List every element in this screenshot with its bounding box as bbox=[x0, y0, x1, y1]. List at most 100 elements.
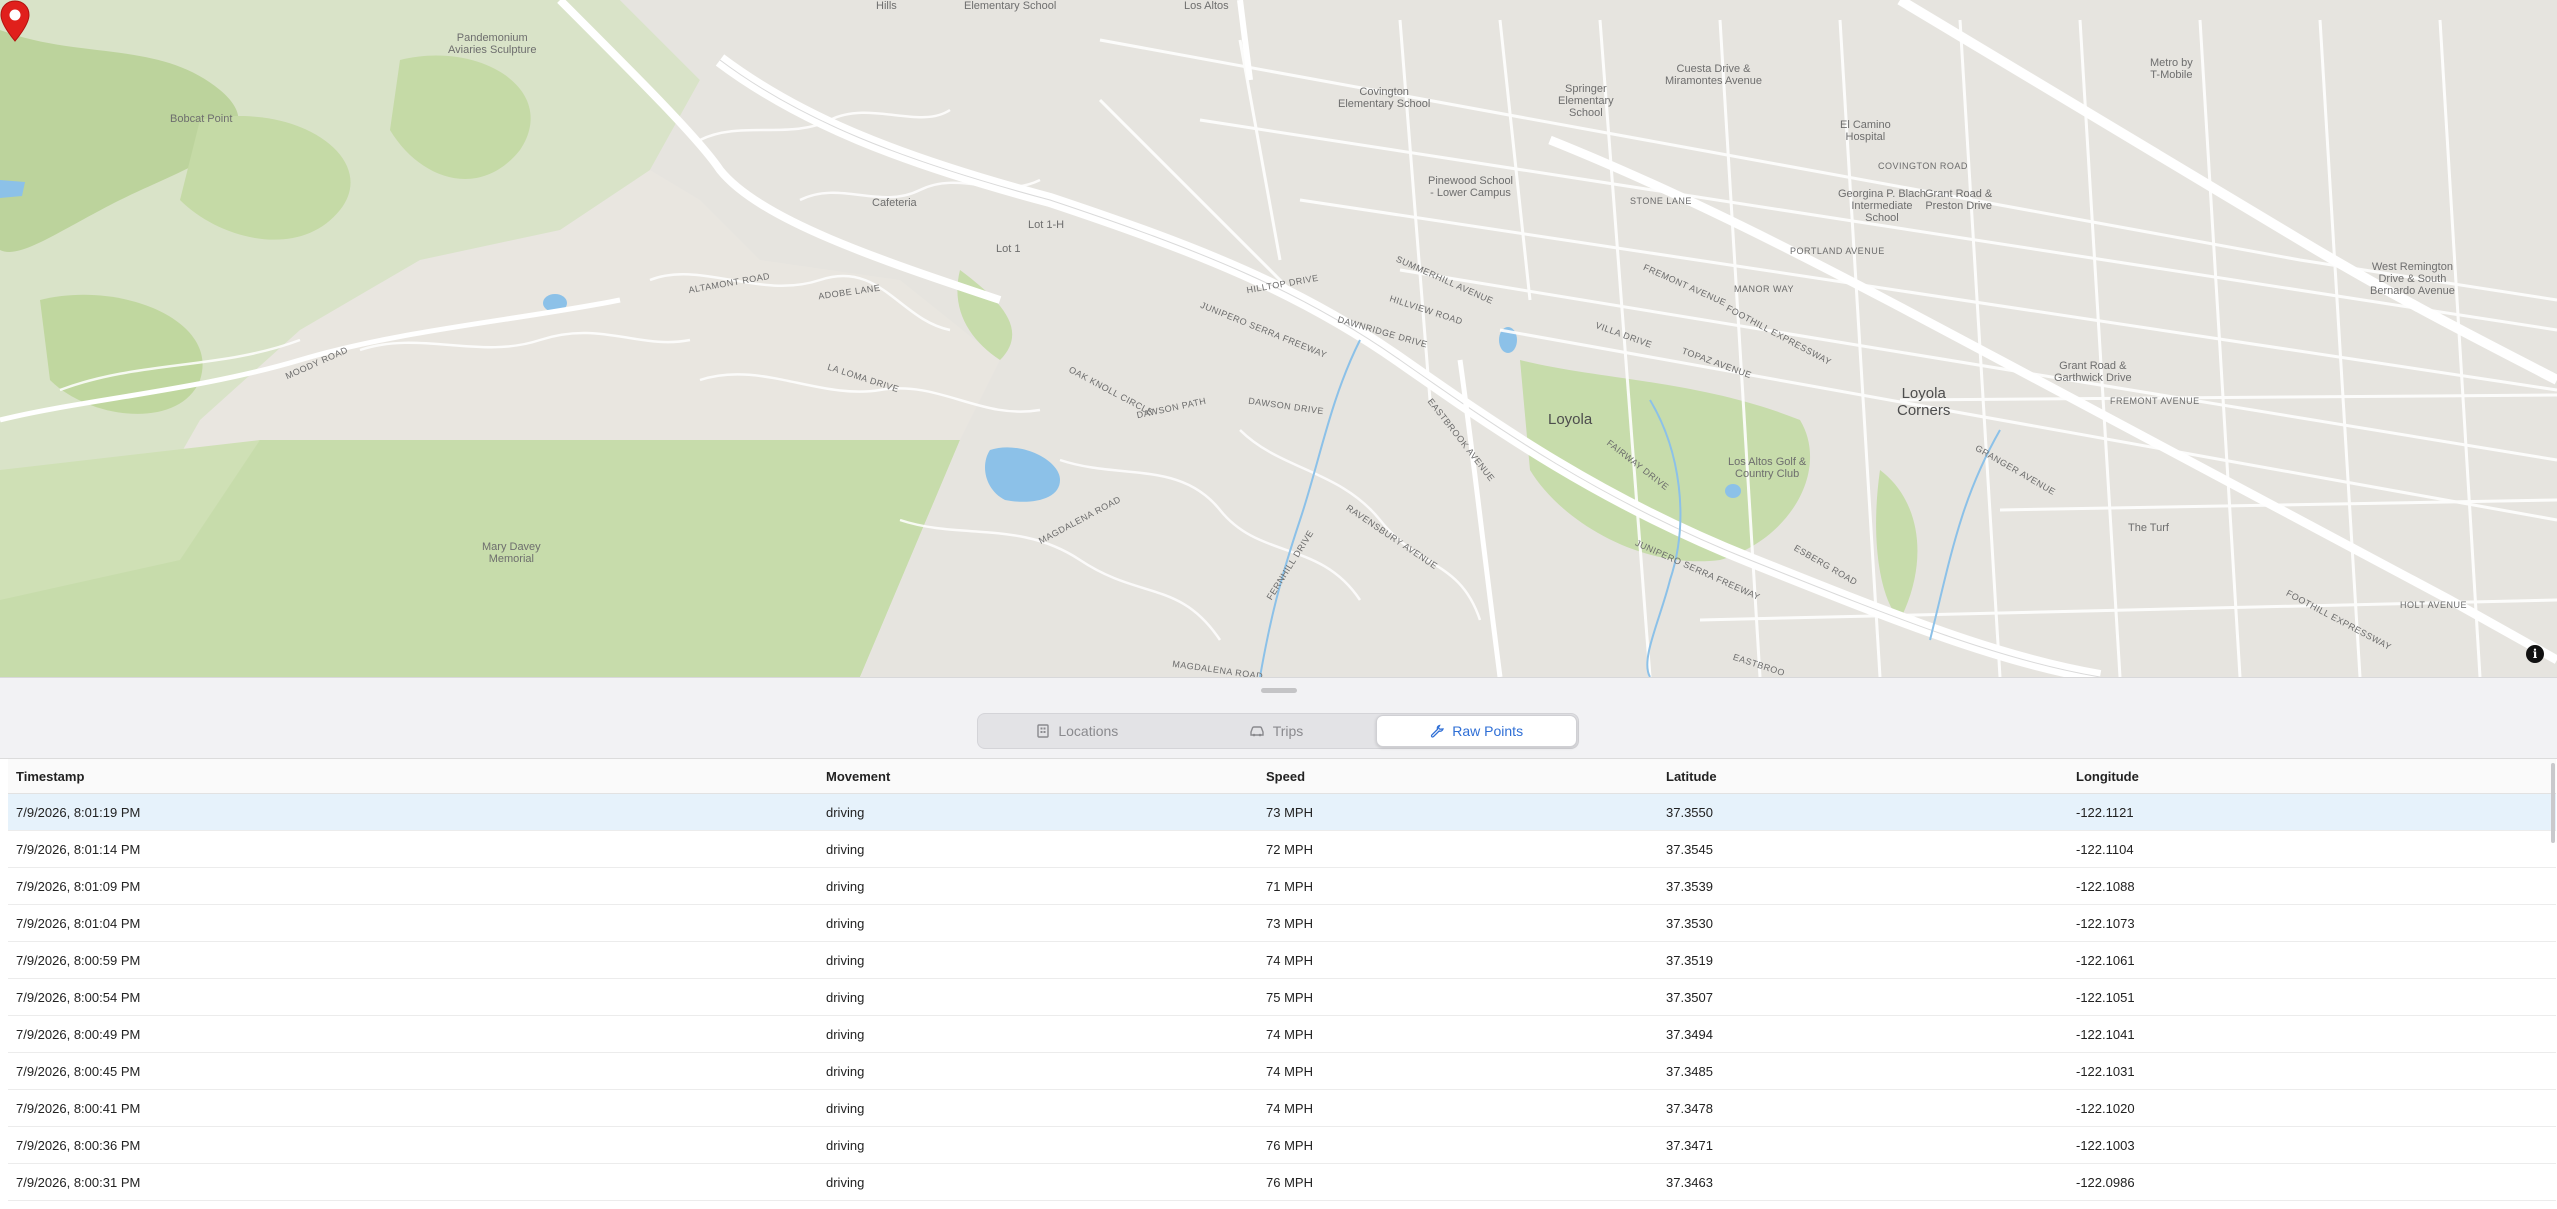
wrench-icon bbox=[1431, 724, 1445, 738]
cell-longitude: -122.1051 bbox=[2076, 978, 2556, 1016]
cell-movement: driving bbox=[826, 867, 1266, 905]
cell-movement: driving bbox=[826, 1015, 1266, 1053]
location-pin-icon[interactable] bbox=[0, 0, 30, 42]
column-header-latitude[interactable]: Latitude bbox=[1666, 759, 2076, 794]
column-header-timestamp[interactable]: Timestamp bbox=[8, 759, 826, 794]
cell-timestamp: 7/9/2026, 8:00:59 PM bbox=[8, 941, 826, 979]
cell-speed: 73 MPH bbox=[1266, 793, 1666, 831]
raw-points-table-container[interactable]: Timestamp Movement Speed Latitude Longit… bbox=[0, 758, 2557, 1209]
cell-timestamp: 7/9/2026, 8:00:36 PM bbox=[8, 1126, 826, 1164]
cell-timestamp: 7/9/2026, 8:00:54 PM bbox=[8, 978, 826, 1016]
cell-movement: driving bbox=[826, 1052, 1266, 1090]
cell-speed: 74 MPH bbox=[1266, 941, 1666, 979]
cell-movement: driving bbox=[826, 904, 1266, 942]
cell-timestamp: 7/9/2026, 8:01:19 PM bbox=[8, 793, 826, 831]
map-label-lot-1h: Lot 1-H bbox=[1028, 219, 1065, 231]
view-tabs: Locations Trips Raw Points bbox=[977, 713, 1579, 749]
cell-movement: driving bbox=[826, 1089, 1266, 1127]
table-row[interactable]: 7/9/2026, 8:01:14 PM driving 72 MPH 37.3545… bbox=[8, 830, 2556, 868]
map-label-grant-preston: Grant Road & Preston Drive bbox=[1925, 188, 1993, 213]
cell-movement: driving bbox=[826, 1163, 1266, 1201]
cell-latitude: 37.3550 bbox=[1666, 793, 2076, 831]
table-header-row: Timestamp Movement Speed Latitude Longit… bbox=[8, 759, 2556, 794]
cell-speed: 74 MPH bbox=[1266, 1089, 1666, 1127]
cell-latitude: 37.3519 bbox=[1666, 941, 2076, 979]
map-label-school: Elementary School bbox=[964, 0, 1057, 12]
cell-timestamp: 7/9/2026, 8:00:45 PM bbox=[8, 1052, 826, 1090]
cell-longitude: -122.1104 bbox=[2076, 830, 2556, 868]
column-header-movement[interactable]: Movement bbox=[826, 759, 1266, 794]
map-label-mary-davey: Mary Davey Memorial bbox=[482, 541, 541, 566]
cell-movement: driving bbox=[826, 830, 1266, 868]
map-label-georgina: Georgina P. Blach Intermediate School bbox=[1838, 188, 1926, 225]
cell-longitude: -122.1041 bbox=[2076, 1015, 2556, 1053]
cell-speed: 73 MPH bbox=[1266, 904, 1666, 942]
cell-latitude: 37.3463 bbox=[1666, 1163, 2076, 1201]
map-label-the-turf: The Turf bbox=[2128, 522, 2169, 534]
building-icon bbox=[1037, 724, 1050, 738]
column-header-speed[interactable]: Speed bbox=[1266, 759, 1666, 794]
map-label-loyola-corners: Loyola Corners bbox=[1897, 385, 1951, 419]
table-row[interactable]: 7/9/2026, 8:00:49 PM driving 74 MPH 37.3494… bbox=[8, 1015, 2556, 1053]
column-header-longitude[interactable]: Longitude bbox=[2076, 759, 2556, 794]
map-label-metro: Metro by T-Mobile bbox=[2150, 57, 2193, 82]
tab-trips[interactable]: Trips bbox=[1177, 714, 1376, 748]
map-label-cafeteria: Cafeteria bbox=[872, 197, 917, 209]
map-label-springer: Springer Elementary School bbox=[1558, 83, 1614, 120]
cell-timestamp: 7/9/2026, 8:01:04 PM bbox=[8, 904, 826, 942]
scrollbar[interactable] bbox=[2551, 763, 2555, 843]
table-row[interactable]: 7/9/2026, 8:01:09 PM driving 71 MPH 37.3539… bbox=[8, 867, 2556, 905]
table-row[interactable]: 7/9/2026, 8:01:19 PM driving 73 MPH 37.3550… bbox=[8, 793, 2556, 831]
street-label: COVINGTON ROAD bbox=[1878, 161, 1968, 171]
street-label: PORTLAND AVENUE bbox=[1790, 246, 1885, 256]
cell-timestamp: 7/9/2026, 8:01:14 PM bbox=[8, 830, 826, 868]
cell-speed: 74 MPH bbox=[1266, 1052, 1666, 1090]
cell-longitude: -122.1003 bbox=[2076, 1126, 2556, 1164]
cell-timestamp: 7/9/2026, 8:00:41 PM bbox=[8, 1089, 826, 1127]
map-label-pinewood: Pinewood School - Lower Campus bbox=[1428, 175, 1514, 200]
cell-longitude: -122.1031 bbox=[2076, 1052, 2556, 1090]
table-row[interactable]: 7/9/2026, 8:00:41 PM driving 74 MPH 37.3478… bbox=[8, 1089, 2556, 1127]
map-label-covington: Covington Elementary School bbox=[1338, 86, 1431, 111]
cell-speed: 76 MPH bbox=[1266, 1126, 1666, 1164]
info-icon[interactable]: i bbox=[2526, 645, 2544, 663]
cell-longitude: -122.1061 bbox=[2076, 941, 2556, 979]
street-label: STONE LANE bbox=[1630, 196, 1692, 206]
cell-speed: 76 MPH bbox=[1266, 1163, 1666, 1201]
bottom-panel: Locations Trips Raw Points Timestamp Mov… bbox=[0, 677, 2557, 1209]
cell-longitude: -122.1073 bbox=[2076, 904, 2556, 942]
map-view[interactable]: Hills Elementary School Los Altos Pandem… bbox=[0, 0, 2557, 677]
table-row[interactable]: 7/9/2026, 8:00:45 PM driving 74 MPH 37.3485… bbox=[8, 1052, 2556, 1090]
cell-longitude: -122.1020 bbox=[2076, 1089, 2556, 1127]
tab-locations[interactable]: Locations bbox=[978, 714, 1177, 748]
cell-latitude: 37.3471 bbox=[1666, 1126, 2076, 1164]
map-label-lot-1: Lot 1 bbox=[996, 243, 1021, 255]
table-row[interactable]: 7/9/2026, 8:00:31 PM driving 76 MPH 37.3463… bbox=[8, 1163, 2556, 1201]
table-row[interactable]: 7/9/2026, 8:01:04 PM driving 73 MPH 37.3530… bbox=[8, 904, 2556, 942]
table-row[interactable]: 7/9/2026, 8:00:59 PM driving 74 MPH 37.3519… bbox=[8, 941, 2556, 979]
street-label: MANOR WAY bbox=[1734, 284, 1794, 294]
cell-speed: 74 MPH bbox=[1266, 1015, 1666, 1053]
cell-speed: 72 MPH bbox=[1266, 830, 1666, 868]
map-label-cuesta: Cuesta Drive & Miramontes Avenue bbox=[1665, 63, 1763, 88]
cell-movement: driving bbox=[826, 978, 1266, 1016]
cell-longitude: -122.1088 bbox=[2076, 867, 2556, 905]
tab-label: Raw Points bbox=[1452, 723, 1524, 739]
cell-movement: driving bbox=[826, 793, 1266, 831]
cell-latitude: 37.3485 bbox=[1666, 1052, 2076, 1090]
map-label-golf-club: Los Altos Golf & Country Club bbox=[1728, 456, 1807, 481]
car-icon bbox=[1250, 726, 1264, 737]
cell-latitude: 37.3530 bbox=[1666, 904, 2076, 942]
cell-latitude: 37.3539 bbox=[1666, 867, 2076, 905]
tab-raw-points[interactable]: Raw Points bbox=[1376, 715, 1578, 747]
cell-longitude: -122.1121 bbox=[2076, 793, 2556, 831]
street-label: FREMONT AVENUE bbox=[2110, 396, 2200, 406]
cell-latitude: 37.3507 bbox=[1666, 978, 2076, 1016]
map-label-el-camino: El Camino Hospital bbox=[1840, 119, 1891, 144]
cell-longitude: -122.0986 bbox=[2076, 1163, 2556, 1201]
map-label-loyola: Loyola bbox=[1548, 411, 1593, 428]
table-row[interactable]: 7/9/2026, 8:00:36 PM driving 76 MPH 37.3471… bbox=[8, 1126, 2556, 1164]
map-label-pandemonium: Pandemonium Aviaries Sculpture bbox=[448, 32, 537, 57]
drag-handle[interactable] bbox=[1261, 688, 1297, 693]
table-row[interactable]: 7/9/2026, 8:00:54 PM driving 75 MPH 37.3507… bbox=[8, 978, 2556, 1016]
